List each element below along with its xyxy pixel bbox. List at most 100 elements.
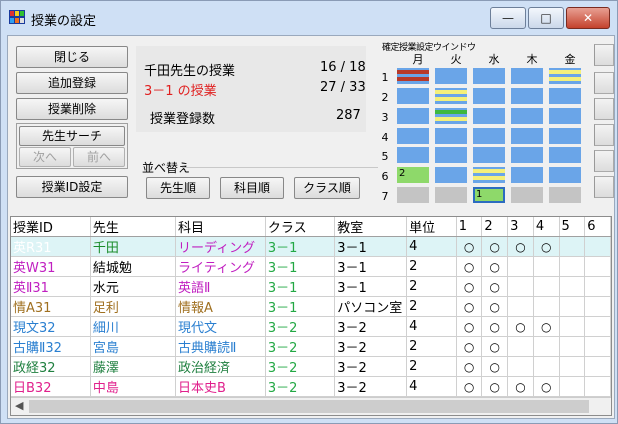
sort-by-class-button[interactable]: クラス順 xyxy=(294,177,360,199)
header-units[interactable]: 単位 xyxy=(406,217,457,237)
schedule-cell[interactable] xyxy=(511,68,543,84)
title-bar[interactable]: 授業の設定 — □ ✕ xyxy=(1,1,617,33)
header-id[interactable]: 授業ID xyxy=(11,217,91,237)
delete-button[interactable]: 授業削除 xyxy=(16,98,128,120)
side-button[interactable] xyxy=(594,44,614,66)
schedule-cell[interactable] xyxy=(549,88,581,104)
schedule-cell[interactable] xyxy=(473,88,505,104)
schedule-cell[interactable] xyxy=(473,128,505,144)
cell-room: 3－2 xyxy=(334,316,408,337)
header-p5[interactable]: 5 xyxy=(559,217,586,237)
horizontal-scrollbar[interactable]: ◀ xyxy=(11,397,611,415)
schedule-cell[interactable] xyxy=(435,187,467,203)
schedule-cell[interactable] xyxy=(435,88,467,104)
schedule-cell[interactable] xyxy=(435,68,467,84)
minimize-button[interactable]: — xyxy=(490,7,526,29)
teacher-search-button[interactable]: 先生サーチ xyxy=(19,126,125,146)
lesson-table-panel[interactable]: 授業ID 先生 科目 クラス 教室 単位 1 2 3 4 5 6 英R31 千田… xyxy=(10,216,612,416)
cell-period xyxy=(559,336,586,357)
cell-units: 4 xyxy=(406,236,457,257)
schedule-cell[interactable] xyxy=(473,167,505,183)
schedule-cell[interactable] xyxy=(435,147,467,163)
table-row[interactable]: 政経32 藤澤 政治経済 3－2 3－2 2 ○ ○ xyxy=(11,356,611,377)
schedule-cell[interactable] xyxy=(435,108,467,124)
table-row[interactable]: 英Ⅱ31 水元 英語Ⅱ 3－1 3－1 2 ○ ○ xyxy=(11,276,611,297)
header-room[interactable]: 教室 xyxy=(334,217,408,237)
header-p1[interactable]: 1 xyxy=(456,217,483,237)
cell-class: 3－2 xyxy=(265,376,336,397)
cell-class: 3－2 xyxy=(265,356,336,377)
schedule-cell[interactable] xyxy=(397,128,429,144)
schedule-cell[interactable]: 2 xyxy=(397,167,429,183)
cell-units: 2 xyxy=(406,256,457,277)
cell-id: 英R31 xyxy=(11,236,91,257)
maximize-button[interactable]: □ xyxy=(528,7,564,29)
schedule-cell[interactable] xyxy=(511,147,543,163)
schedule-cell[interactable] xyxy=(397,108,429,124)
scrollbar-thumb[interactable] xyxy=(29,400,589,413)
cell-period xyxy=(559,296,586,317)
schedule-cell[interactable] xyxy=(397,147,429,163)
schedule-cell[interactable] xyxy=(549,68,581,84)
close-button[interactable]: 閉じる xyxy=(16,46,128,68)
class-lessons-count: 27 / 33 xyxy=(320,80,366,95)
side-button[interactable] xyxy=(594,176,614,198)
header-subject[interactable]: 科目 xyxy=(175,217,266,237)
sort-by-subject-button[interactable]: 科目順 xyxy=(220,177,284,199)
cell-class: 3－1 xyxy=(265,236,336,257)
period-1: 1 xyxy=(381,71,389,84)
side-button[interactable] xyxy=(594,124,614,146)
table-row[interactable]: 日B32 中島 日本史B 3－2 3－2 4 ○ ○ ○ ○ xyxy=(11,376,611,397)
header-class[interactable]: クラス xyxy=(265,217,336,237)
table-row[interactable]: 古購Ⅱ32 宮島 古典購読Ⅱ 3－2 3－2 2 ○ ○ xyxy=(11,336,611,357)
schedule-cell[interactable] xyxy=(511,128,543,144)
schedule-cell[interactable] xyxy=(549,167,581,183)
scroll-left-icon[interactable]: ◀ xyxy=(15,399,23,412)
schedule-cell[interactable] xyxy=(473,108,505,124)
schedule-cell[interactable] xyxy=(511,108,543,124)
schedule-cell[interactable] xyxy=(549,108,581,124)
header-p4[interactable]: 4 xyxy=(533,217,560,237)
header-p3[interactable]: 3 xyxy=(507,217,534,237)
cell-units: 2 xyxy=(406,276,457,297)
table-row[interactable]: 英W31 結城勉 ライティング 3－1 3－1 2 ○ ○ xyxy=(11,256,611,277)
schedule-cell-selected[interactable]: 1 xyxy=(473,187,505,203)
cell-id: 政経32 xyxy=(11,356,91,377)
schedule-cell[interactable] xyxy=(397,187,429,203)
sort-by-teacher-button[interactable]: 先生順 xyxy=(146,177,210,199)
close-window-button[interactable]: ✕ xyxy=(566,7,610,29)
schedule-cell[interactable] xyxy=(397,68,429,84)
day-thu: 木 xyxy=(526,53,538,66)
id-setting-button[interactable]: 授業ID設定 xyxy=(16,176,128,198)
schedule-cell[interactable] xyxy=(473,68,505,84)
header-p2[interactable]: 2 xyxy=(481,217,509,237)
cell-room: 3－1 xyxy=(334,276,408,297)
cell-id: 英W31 xyxy=(11,256,91,277)
schedule-cell[interactable] xyxy=(511,167,543,183)
prev-button[interactable]: 前へ xyxy=(73,147,125,167)
schedule-cell[interactable] xyxy=(549,187,581,203)
schedule-cell[interactable] xyxy=(511,187,543,203)
header-teacher[interactable]: 先生 xyxy=(90,217,177,237)
cell-units: 2 xyxy=(406,336,457,357)
schedule-cell[interactable] xyxy=(511,88,543,104)
period-4: 4 xyxy=(381,131,389,144)
header-p6[interactable]: 6 xyxy=(584,217,611,237)
side-button[interactable] xyxy=(594,72,614,94)
side-button[interactable] xyxy=(594,150,614,172)
add-button[interactable]: 追加登録 xyxy=(16,72,128,94)
schedule-cell[interactable] xyxy=(549,128,581,144)
next-button[interactable]: 次へ xyxy=(19,147,71,167)
table-row[interactable]: 英R31 千田 リーディング 3－1 3－1 4 ○ ○ ○ ○ xyxy=(11,236,611,257)
schedule-cell[interactable] xyxy=(397,88,429,104)
schedule-cell[interactable] xyxy=(435,167,467,183)
table-row[interactable]: 現文32 細川 現代文 3－2 3－2 4 ○ ○ ○ ○ xyxy=(11,316,611,337)
schedule-cell[interactable] xyxy=(473,147,505,163)
schedule-cell[interactable] xyxy=(549,147,581,163)
side-button[interactable] xyxy=(594,98,614,120)
cell-room: 3－1 xyxy=(334,256,408,277)
schedule-cell[interactable] xyxy=(435,128,467,144)
cell-room: 3－2 xyxy=(334,336,408,357)
search-group: 先生サーチ 次へ 前へ xyxy=(16,123,128,169)
table-row[interactable]: 情A31 足利 情報A 3－1 パソコン室 2 ○ ○ xyxy=(11,296,611,317)
